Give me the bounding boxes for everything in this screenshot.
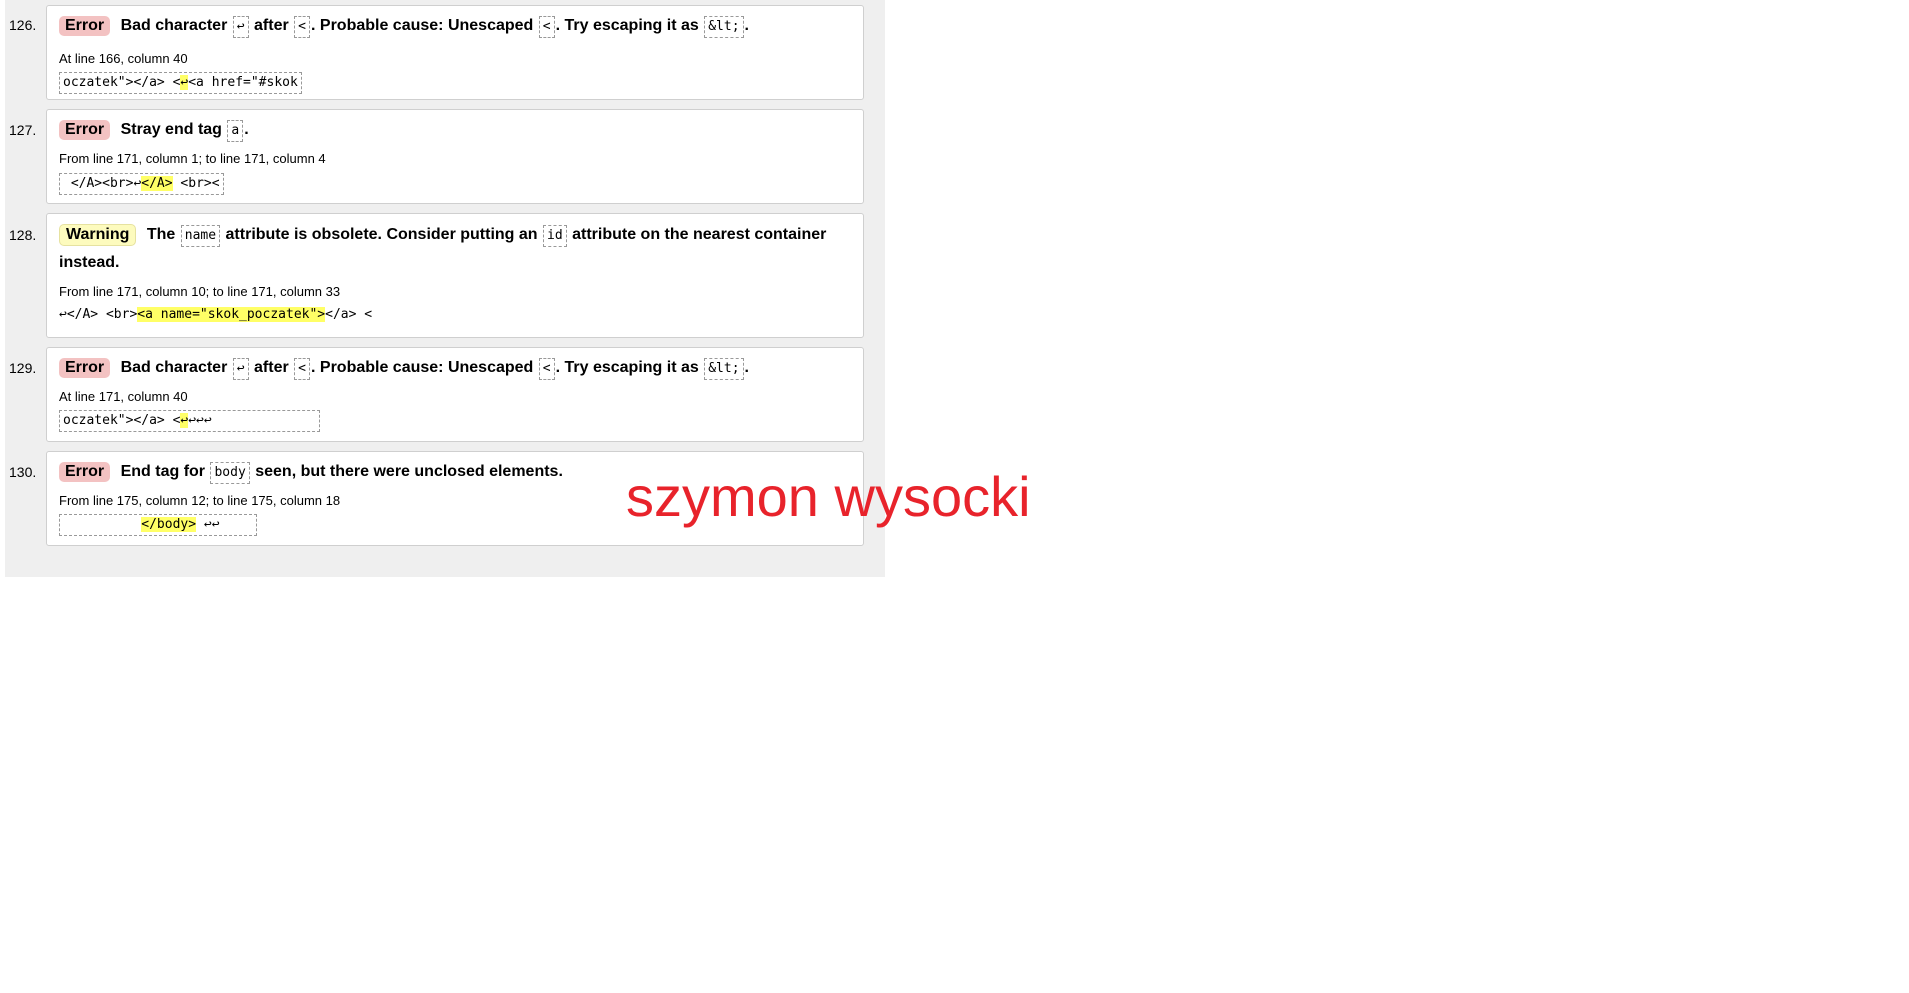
code-snippet: &lt; [704,358,744,380]
message-location: From line 175, column 12; to line 175, c… [59,493,341,508]
error-badge: Error [59,120,111,140]
error-badge: Error [59,358,111,378]
message-item: Error Bad character ↩ after <. Probable … [46,347,864,442]
code-snippet: id [543,225,567,247]
code-snippet: body [210,462,250,484]
message-location: At line 166, column 40 [59,51,188,66]
warning-badge: Warning [59,224,137,246]
source-extract: </A><br>↩</A> <br>< [59,173,224,195]
source-extract: oczatek"></a> <↩↩↩↩ [59,410,320,432]
message-item: Error Bad character ↩ after <. Probable … [46,5,864,100]
message-text: Error Stray end tag a. [59,119,249,142]
code-snippet: < [294,16,310,38]
code-snippet: ↩ [232,16,249,38]
code-snippet: &lt; [704,16,744,38]
code-snippet: < [538,358,555,380]
message-text: Error End tag for body seen, but there w… [59,461,563,484]
source-extract: oczatek"></a> <↩<a href="#skok [59,72,302,94]
error-badge: Error [59,462,111,482]
source-extract: </body> ↩↩ [59,514,257,536]
message-number: 127. [9,122,37,138]
code-snippet: ↩ [232,358,249,380]
message-item: Error Stray end tag a. From line 171, co… [46,109,864,204]
message-location: At line 171, column 40 [59,389,188,404]
message-location: From line 171, column 10; to line 171, c… [59,284,341,299]
message-item: Warning The name attribute is obsolete. … [46,213,864,338]
code-snippet: < [538,16,555,38]
message-text: Error Bad character ↩ after <. Probable … [59,15,749,38]
signature-text: szymon wysocki [626,465,1031,528]
message-text: Warning The name attribute is obsolete. … [59,224,827,271]
message-number: 130. [9,464,37,480]
error-badge: Error [59,16,111,36]
message-text: Error Bad character ↩ after <. Probable … [59,357,749,380]
message-number: 128. [9,227,37,243]
code-snippet: a [227,120,244,142]
code-snippet: < [294,358,310,380]
code-snippet: name [180,225,221,247]
message-number: 126. [9,17,37,33]
message-number: 129. [9,360,37,376]
source-extract: ↩</A> <br><a name="skok_poczatek"></a> < [59,307,373,322]
message-location: From line 171, column 1; to line 171, co… [59,151,326,166]
